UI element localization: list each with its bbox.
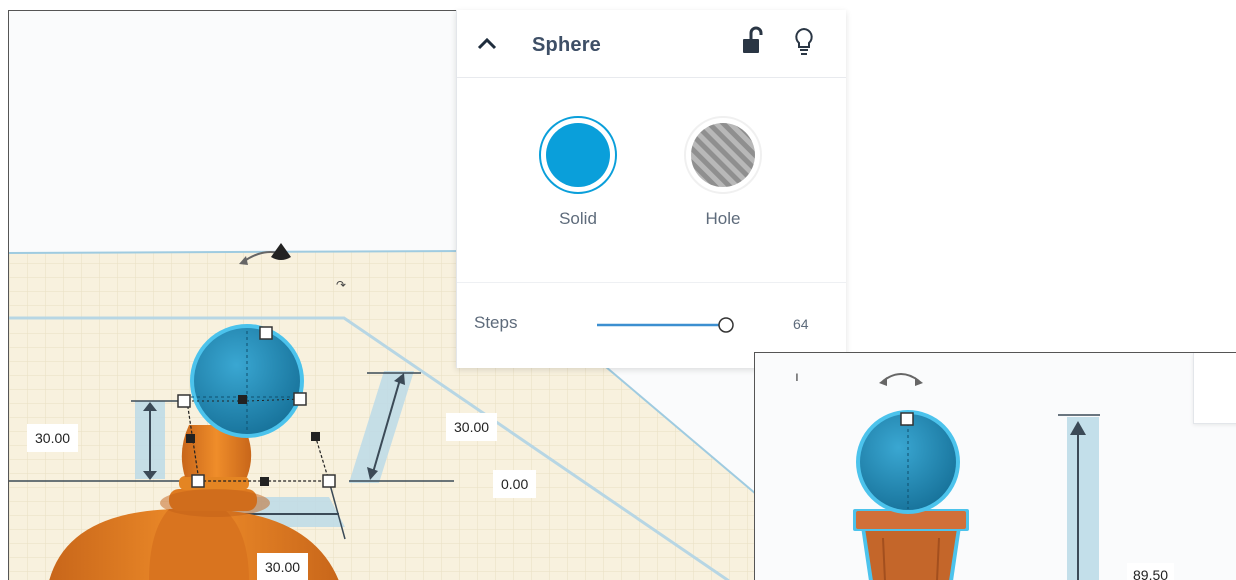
elevation-value[interactable]: 0.00 — [493, 470, 537, 498]
resize-handle-top[interactable] — [900, 412, 914, 426]
resize-handle-bottom-left[interactable] — [191, 474, 205, 488]
shape-inspector-panel: Sphere Solid Hole Steps 64 — [456, 10, 846, 368]
solid-label: Solid — [559, 209, 597, 228]
unlock-icon[interactable] — [740, 26, 764, 56]
slider-thumb[interactable] — [718, 317, 734, 333]
rotate-handle-small[interactable]: ↷ — [336, 278, 346, 292]
panel-header: Sphere — [457, 10, 846, 78]
steps-slider[interactable] — [595, 316, 737, 334]
lightbulb-icon[interactable] — [792, 26, 816, 58]
sphere-shape[interactable] — [190, 324, 304, 438]
inset-panel-edge — [1193, 353, 1236, 424]
small-tick: ı — [795, 368, 799, 384]
chevron-up-icon[interactable] — [475, 32, 499, 56]
inset-height-indicator — [1058, 414, 1100, 580]
resize-handle-left[interactable] — [177, 394, 191, 408]
divider — [457, 282, 846, 283]
steps-value: 64 — [793, 316, 809, 332]
center-handle[interactable] — [238, 395, 247, 404]
edge-handle[interactable] — [260, 477, 269, 486]
inset-canvas[interactable]: ı — [755, 353, 1236, 580]
inset-view[interactable]: ı 89.50 — [754, 352, 1236, 580]
resize-handle-right[interactable] — [293, 392, 307, 406]
width-value[interactable]: 30.00 — [257, 553, 309, 580]
edge-handle[interactable] — [186, 434, 195, 443]
inset-height-value[interactable]: 89.50 — [1127, 563, 1175, 580]
hole-label: Hole — [705, 209, 741, 228]
edge-handle[interactable] — [311, 432, 320, 441]
left-height-value[interactable]: 30.00 — [27, 424, 79, 452]
right-height-value[interactable]: 30.00 — [446, 413, 498, 441]
shape-title: Sphere — [532, 34, 602, 56]
solid-option[interactable]: Solid — [537, 114, 619, 229]
solid-swatch-icon — [539, 116, 617, 194]
steps-label: Steps — [474, 313, 518, 332]
resize-handle-bottom-right[interactable] — [322, 474, 336, 488]
flowerpot-shape[interactable] — [853, 509, 969, 580]
hole-option[interactable]: Hole — [682, 114, 764, 229]
resize-handle-top[interactable] — [259, 326, 273, 340]
hole-swatch-icon — [684, 116, 762, 194]
rotate-handle-icon[interactable] — [879, 373, 923, 386]
